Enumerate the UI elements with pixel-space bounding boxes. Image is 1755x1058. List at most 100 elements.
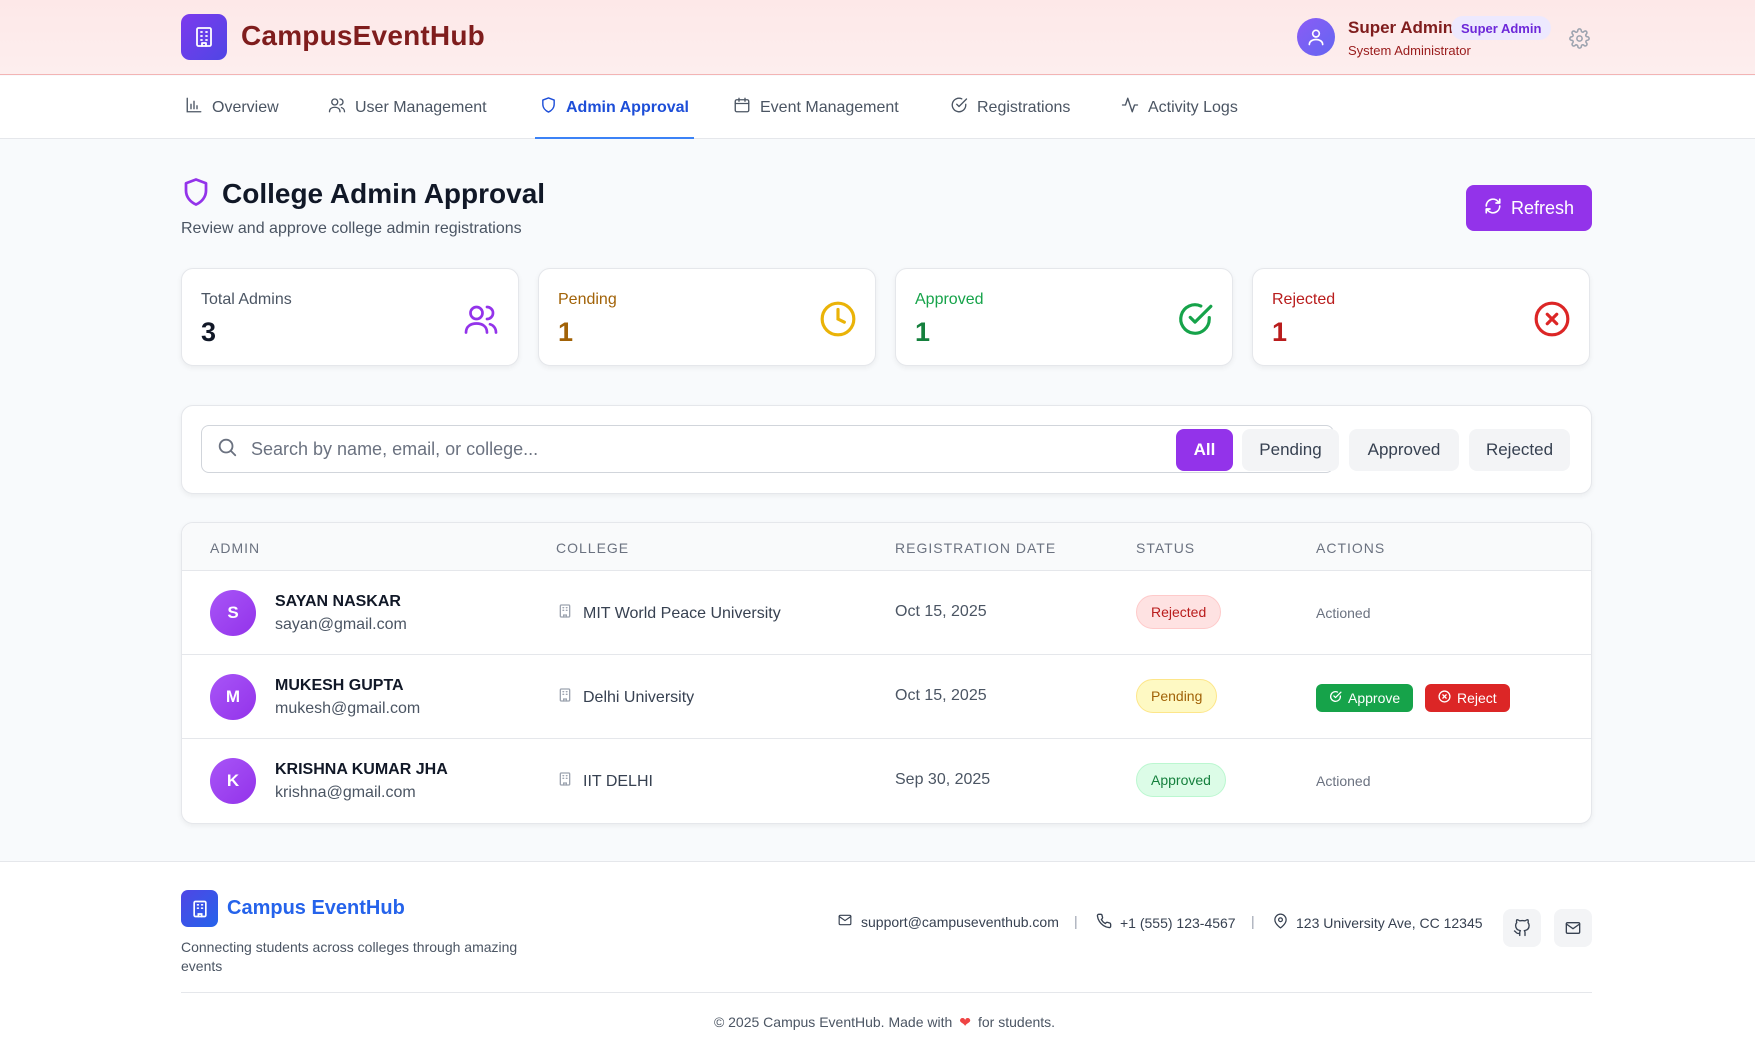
- stat-card-pending: Pending 1: [538, 268, 876, 366]
- phone-text: +1 (555) 123-4567: [1120, 914, 1236, 931]
- college-name: Delhi University: [583, 688, 695, 706]
- tab-registrations[interactable]: Registrations: [950, 76, 1070, 139]
- building-icon: [557, 602, 573, 625]
- tab-overview[interactable]: Overview: [185, 76, 279, 139]
- tab-event-management[interactable]: Event Management: [733, 76, 899, 139]
- registration-date: Sep 30, 2025: [895, 771, 991, 788]
- table-row: M MUKESH GUPTA mukesh@gmail.com Delhi Un…: [182, 655, 1591, 739]
- clock-icon: [819, 300, 857, 338]
- bar-chart-icon: [185, 96, 203, 119]
- registration-date: Oct 15, 2025: [895, 603, 987, 620]
- admin-table: ADMIN COLLEGE REGISTRATION DATE STATUS A…: [181, 522, 1592, 824]
- college-cell: Delhi University: [557, 686, 694, 709]
- column-header-date: REGISTRATION DATE: [895, 540, 1057, 556]
- role-badge: Super Admin: [1451, 16, 1552, 40]
- stat-label: Rejected: [1272, 291, 1336, 308]
- reject-label: Reject: [1457, 690, 1497, 706]
- filter-approved-button[interactable]: Approved: [1349, 429, 1459, 471]
- top-header: CampusEventHub Super Admin Super Admin S…: [0, 0, 1755, 75]
- footer: Campus EventHub Connecting students acro…: [0, 861, 1755, 1058]
- admin-email: krishna@gmail.com: [275, 784, 416, 801]
- footer-divider: [181, 992, 1592, 993]
- admin-email: mukesh@gmail.com: [275, 700, 421, 717]
- refresh-label: Refresh: [1510, 197, 1575, 218]
- column-header-status: STATUS: [1136, 540, 1196, 556]
- map-pin-icon: [1273, 913, 1288, 932]
- admin-name: KRISHNA KUMAR JHA: [275, 761, 448, 778]
- gear-icon[interactable]: [1567, 26, 1591, 50]
- refresh-button[interactable]: Refresh: [1466, 185, 1592, 231]
- avatar: K: [210, 758, 256, 804]
- stat-label: Approved: [915, 291, 984, 308]
- heart-icon: ❤: [959, 1014, 971, 1030]
- building-logo-icon: [181, 890, 218, 927]
- stat-card-total-admins: Total Admins 3: [181, 268, 519, 366]
- user-name: Super Admin: [1348, 18, 1454, 37]
- calendar-icon: [733, 96, 751, 119]
- tab-label: Registrations: [977, 98, 1071, 116]
- x-circle-icon: [1533, 300, 1571, 338]
- nav-tabs: Overview User Management Admin Approval …: [0, 76, 1755, 139]
- status-badge: Pending: [1136, 679, 1218, 713]
- building-logo-icon[interactable]: [181, 14, 227, 60]
- approve-button[interactable]: Approve: [1316, 684, 1414, 712]
- tab-user-management[interactable]: User Management: [328, 76, 487, 139]
- refresh-icon: [1484, 197, 1502, 220]
- tab-label: Activity Logs: [1148, 98, 1238, 116]
- check-circle-icon: [1329, 690, 1342, 706]
- tab-admin-approval[interactable]: Admin Approval: [535, 76, 694, 139]
- reject-button[interactable]: Reject: [1425, 684, 1510, 712]
- approve-label: Approve: [1348, 690, 1401, 706]
- footer-phone[interactable]: +1 (555) 123-4567: [1096, 913, 1236, 932]
- stat-card-approved: Approved 1: [895, 268, 1233, 366]
- college-name: IIT DELHI: [583, 772, 653, 790]
- users-icon: [328, 96, 346, 119]
- phone-icon: [1096, 913, 1112, 932]
- filter-rejected-button[interactable]: Rejected: [1469, 429, 1570, 471]
- user-role-text: System Administrator: [1348, 43, 1471, 58]
- mail-icon: [837, 913, 853, 930]
- tab-activity-logs[interactable]: Activity Logs: [1121, 76, 1238, 139]
- github-icon[interactable]: [1503, 909, 1541, 947]
- stat-value: 3: [201, 317, 217, 347]
- page-subtitle: Review and approve college admin registr…: [181, 220, 522, 237]
- status-badge: Approved: [1136, 763, 1226, 797]
- stat-value: 1: [1272, 317, 1288, 347]
- filter-pending-button[interactable]: Pending: [1242, 429, 1339, 471]
- filter-all-button[interactable]: All: [1176, 429, 1233, 471]
- users-icon: [462, 300, 500, 338]
- building-icon: [557, 686, 573, 709]
- stat-label: Pending: [558, 291, 617, 308]
- admin-name: SAYAN NASKAR: [275, 593, 401, 610]
- tab-label: Event Management: [760, 98, 899, 116]
- copyright-text: © 2025 Campus EventHub. Made with: [713, 1014, 953, 1030]
- admin-name: MUKESH GUPTA: [275, 677, 404, 694]
- footer-address: 123 University Ave, CC 12345: [1273, 913, 1483, 932]
- mail-icon[interactable]: [1554, 909, 1592, 947]
- column-header-admin: ADMIN: [210, 540, 261, 556]
- email-text: support@campuseventhub.com: [861, 913, 1059, 930]
- x-circle-icon: [1438, 690, 1451, 706]
- brand-name[interactable]: CampusEventHub: [241, 20, 485, 52]
- table-row: S SAYAN NASKAR sayan@gmail.com MIT World…: [182, 571, 1591, 655]
- user-avatar[interactable]: [1297, 18, 1335, 56]
- search-input[interactable]: [251, 438, 1311, 460]
- search-box[interactable]: [201, 425, 1334, 473]
- address-text: 123 University Ave, CC 12345: [1296, 914, 1483, 931]
- footer-email[interactable]: support@campuseventhub.com: [837, 913, 1059, 930]
- footer-separator: |: [1074, 913, 1078, 929]
- status-badge: Rejected: [1136, 595, 1222, 629]
- table-row: K KRISHNA KUMAR JHA krishna@gmail.com II…: [182, 739, 1591, 823]
- footer-tagline: Connecting students across colleges thro…: [181, 939, 518, 974]
- shield-icon: [181, 176, 211, 213]
- column-header-actions: ACTIONS: [1316, 540, 1386, 556]
- check-circle-icon: [950, 96, 968, 119]
- copyright: © 2025 Campus EventHub. Made with ❤ for st…: [0, 1014, 1755, 1031]
- page-title: College Admin Approval: [222, 178, 546, 209]
- building-icon: [557, 770, 573, 793]
- footer-separator: |: [1251, 913, 1255, 929]
- stat-label: Total Admins: [201, 291, 292, 308]
- college-cell: IIT DELHI: [557, 770, 653, 793]
- copyright-suffix: for students.: [978, 1014, 1056, 1030]
- table-header: ADMIN COLLEGE REGISTRATION DATE STATUS A…: [182, 523, 1591, 571]
